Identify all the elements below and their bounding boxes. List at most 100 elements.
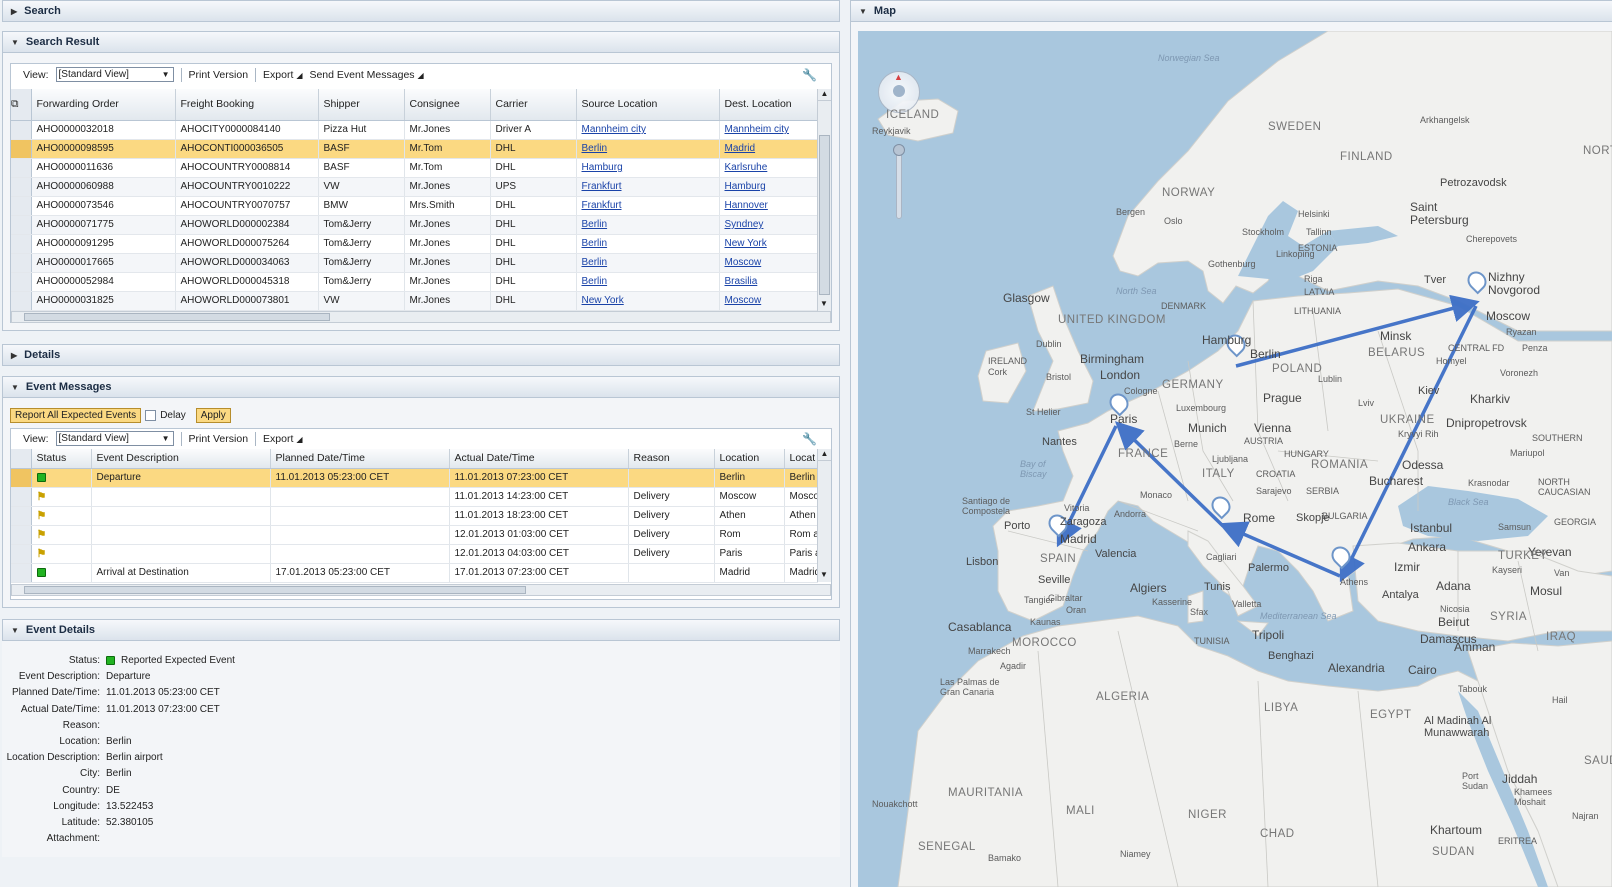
location-link[interactable]: Hannover <box>725 200 768 211</box>
settings-wrench-icon[interactable]: 🔧 <box>802 68 817 82</box>
table-row[interactable]: ⚑ 12.01.2013 04:03:00 CET Delivery Paris Par… <box>11 544 818 564</box>
row-selector[interactable] <box>11 544 32 564</box>
location-link[interactable]: Moscow <box>725 295 762 306</box>
table-cell[interactable]: Brasilia <box>719 272 818 292</box>
scroll-thumb[interactable] <box>24 586 526 594</box>
table-row[interactable]: Arrival at Destination 17.01.2013 05:23:0… <box>11 563 818 583</box>
settings-wrench-icon[interactable]: 🔧 <box>802 432 817 446</box>
column-header-carrier[interactable]: Carrier <box>490 89 577 121</box>
select-all-icon[interactable]: ⧉ <box>11 89 32 121</box>
print-version-button[interactable]: Print Version <box>189 433 249 445</box>
details-section-header[interactable]: ▶ Details <box>2 344 840 366</box>
column-header-dest-location[interactable]: Dest. Location <box>719 89 818 121</box>
location-link[interactable]: Madrid <box>725 143 756 154</box>
table-row[interactable]: AHO0000032018 AHOCITY0000084140 Pizza Hut M… <box>11 120 818 140</box>
location-link[interactable]: Mannheim city <box>725 124 789 135</box>
table-row[interactable]: AHO0000052984 AHOWORLD000045318 Tom&Jerry M… <box>11 272 818 292</box>
column-header-actual-date-time[interactable]: Actual Date/Time <box>449 449 629 469</box>
collapse-arrow-icon[interactable]: ▼ <box>11 383 19 392</box>
table-cell[interactable]: Berlin <box>576 272 720 292</box>
apply-button[interactable]: Apply <box>195 408 231 423</box>
location-link[interactable]: Karlsruhe <box>725 162 768 173</box>
row-selector[interactable] <box>11 487 32 507</box>
delay-checkbox[interactable] <box>145 410 157 421</box>
table-cell[interactable]: Moscow <box>719 291 818 311</box>
table-cell[interactable]: Hannover <box>719 196 818 216</box>
table-cell[interactable]: Frankfurt <box>576 196 720 216</box>
location-link[interactable]: Berlin <box>582 143 608 154</box>
column-header-planned-date-time[interactable]: Planned Date/Time <box>270 449 450 469</box>
event-horizontal-scrollbar[interactable] <box>11 584 831 596</box>
row-selector[interactable] <box>11 196 32 216</box>
column-header-consignee[interactable]: Consignee <box>404 89 491 121</box>
row-selector[interactable] <box>11 563 32 583</box>
search-section-header[interactable]: ▶ Search <box>2 0 840 22</box>
table-row[interactable]: AHO0000071775 AHOWORLD000002384 Tom&Jerry M… <box>11 215 818 235</box>
scroll-down-arrow-icon[interactable]: ▼ <box>818 570 830 582</box>
table-row[interactable]: AHO0000031825 AHOWORLD000073801 VW Mr.Jones… <box>11 291 818 311</box>
column-header-forwarding-order[interactable]: Forwarding Order <box>31 89 176 121</box>
result-section-header[interactable]: ▼ Search Result <box>2 31 840 53</box>
column-header-reason[interactable]: Reason <box>628 449 715 469</box>
row-selector[interactable] <box>11 215 32 235</box>
table-cell[interactable]: Mannheim city <box>719 120 818 140</box>
send-event-messages-button[interactable]: Send Event Messages ◢ <box>309 69 423 81</box>
row-selector[interactable] <box>11 525 32 545</box>
table-cell[interactable]: Berlin <box>576 139 720 159</box>
table-cell[interactable]: Frankfurt <box>576 177 720 197</box>
event-section-header[interactable]: ▼ Event Messages <box>2 376 840 398</box>
table-cell[interactable]: New York <box>576 291 720 311</box>
location-link[interactable]: Berlin <box>582 257 608 268</box>
location-link[interactable]: Frankfurt <box>582 200 622 211</box>
table-row[interactable]: Departure 11.01.2013 05:23:00 CET 11.01.20… <box>11 468 818 488</box>
table-cell[interactable]: Hamburg <box>719 177 818 197</box>
map-section-header[interactable]: ▼ Map <box>850 0 1612 22</box>
location-link[interactable]: Hamburg <box>725 181 766 192</box>
table-row[interactable]: AHO0000073546 AHOCOUNTRY0070757 BMW Mrs.Smi… <box>11 196 818 216</box>
table-row[interactable]: ⚑ 11.01.2013 14:23:00 CET Delivery Moscow Mo… <box>11 487 818 507</box>
location-link[interactable]: Berlin <box>582 219 608 230</box>
table-cell[interactable]: Hamburg <box>576 158 720 178</box>
location-link[interactable]: New York <box>725 238 767 249</box>
table-cell[interactable]: Berlin <box>576 215 720 235</box>
row-selector[interactable] <box>11 139 32 159</box>
location-link[interactable]: Frankfurt <box>582 181 622 192</box>
column-header-source-location[interactable]: Source Location <box>576 89 720 121</box>
event-details-header[interactable]: ▼ Event Details <box>2 619 840 641</box>
location-link[interactable]: Hamburg <box>582 162 623 173</box>
column-header-location[interactable]: Location <box>714 449 785 469</box>
collapse-arrow-icon[interactable]: ▼ <box>11 38 19 47</box>
column-header-locat[interactable]: Locat <box>784 449 818 469</box>
export-menu-button[interactable]: Export ◢ <box>263 433 302 445</box>
print-version-button[interactable]: Print Version <box>189 69 249 81</box>
table-row[interactable]: AHO0000017665 AHOWORLD000034063 Tom&Jerry M… <box>11 253 818 273</box>
view-select[interactable]: [Standard View] ▼ <box>55 431 174 446</box>
result-vertical-scrollbar[interactable]: ▲ ▼ <box>817 89 831 311</box>
location-link[interactable]: Berlin <box>582 238 608 249</box>
location-link[interactable]: Berlin <box>582 276 608 287</box>
scroll-thumb[interactable] <box>24 313 330 321</box>
event-vertical-scrollbar[interactable]: ▲ ▼ <box>817 449 831 582</box>
row-selector[interactable] <box>11 291 32 311</box>
report-all-expected-events-button[interactable]: Report All Expected Events <box>10 408 142 423</box>
table-row[interactable]: ⚑ 12.01.2013 01:03:00 CET Delivery Rom Rom a <box>11 525 818 545</box>
table-cell[interactable]: Berlin <box>576 253 720 273</box>
scroll-down-arrow-icon[interactable]: ▼ <box>818 299 830 311</box>
table-row[interactable]: AHO0000011636 AHOCOUNTRY0008814 BASF Mr.Tom… <box>11 158 818 178</box>
table-cell[interactable]: New York <box>719 234 818 254</box>
result-horizontal-scrollbar[interactable] <box>11 311 831 323</box>
row-selector[interactable] <box>11 272 32 292</box>
view-select[interactable]: [Standard View] ▼ <box>55 67 174 82</box>
table-cell[interactable]: Mannheim city <box>576 120 720 140</box>
location-link[interactable]: Mannheim city <box>582 124 646 135</box>
location-link[interactable]: Moscow <box>725 257 762 268</box>
row-selector[interactable] <box>11 253 32 273</box>
column-header-event-description[interactable]: Event Description <box>91 449 271 469</box>
column-header-freight-booking[interactable]: Freight Booking <box>175 89 319 121</box>
map-view[interactable]: ▲ ICELAND Reykjavik Norwegian Sea SWEDEN… <box>858 31 1612 887</box>
scroll-thumb[interactable] <box>819 135 830 295</box>
row-selector[interactable] <box>11 120 32 140</box>
collapse-arrow-icon[interactable]: ▼ <box>859 7 867 16</box>
expand-arrow-icon[interactable]: ▶ <box>11 7 17 16</box>
export-menu-button[interactable]: Export ◢ <box>263 69 302 81</box>
